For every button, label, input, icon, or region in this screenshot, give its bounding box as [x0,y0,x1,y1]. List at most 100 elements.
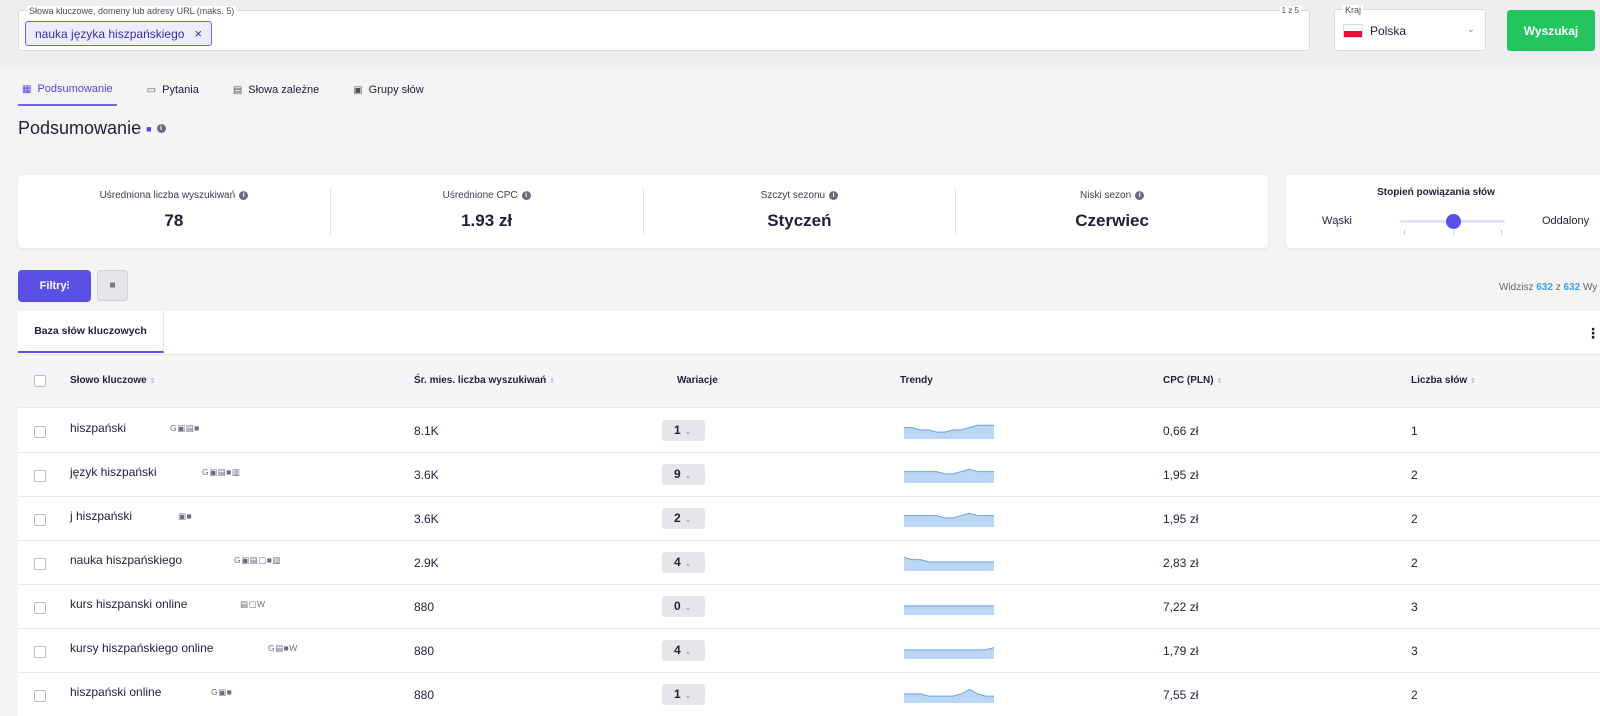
column-keyword[interactable]: Słowo kluczowe ⇕ [70,375,156,386]
sort-icon: ⇕ [149,378,156,385]
trend-area [904,647,994,659]
country-select[interactable]: Kraj Polska ⌄ [1334,5,1486,51]
info-icon[interactable]: i [156,124,166,133]
save-button[interactable]: ■ [97,270,128,301]
trend-line [904,647,994,651]
volume-cell: 2.9K [414,556,439,570]
stat-avg-searches: Uśredniona liczba wyszukiwań i 78 [18,188,331,235]
stat-season-low: Niski sezon i Czerwiec [956,188,1268,235]
trend-sparkline [904,556,994,571]
word-count-cell: 2 [1411,468,1418,482]
chevron-down-icon: ⌄ [684,647,692,656]
stat-value: Czerwiec [1075,211,1149,230]
trend-sparkline [904,688,994,703]
volume-cell: 880 [414,644,435,658]
keyword-cell[interactable]: hiszpański online [70,685,161,699]
table-row: kursy hiszpańskiego online G▤■W 880 4 ⌄ 1,79 … [18,629,1600,673]
tab-podsumowanie[interactable]: ▦ Podsumowanie [18,82,117,106]
relation-slider-thumb[interactable] [1446,214,1461,229]
filters-label: Filtry [39,279,67,292]
column-variations: Wariacje [677,375,718,386]
chevron-down-icon: ⌄ [684,603,692,612]
row-checkbox[interactable] [34,602,46,614]
row-checkbox[interactable] [34,690,46,702]
cpc-cell: 2,83 zł [1163,556,1199,570]
variations-button[interactable]: 4 ⌄ [662,640,705,661]
row-checkbox[interactable] [34,426,46,438]
keyword-cell[interactable]: hiszpański [70,421,126,435]
info-icon[interactable]: i [829,191,839,200]
tab-slowa-zalezne[interactable]: ▤ Słowa zależne [229,82,323,106]
relation-title: Stopień powiązania słów [1377,187,1495,198]
keyword-chip: nauka języka hiszpańskiego × [25,21,213,46]
column-cpc[interactable]: CPC (PLN) ⇕ [1163,375,1222,386]
stat-label: Niski sezon [1080,190,1132,201]
column-volume[interactable]: Śr. mies. liczba wyszukiwań ⇕ [414,375,555,386]
tab-label: Grupy słów [368,84,424,96]
stats-panel: Uśredniona liczba wyszukiwań i 78 Uśredni… [18,175,1268,248]
video-icon[interactable]: ■ [146,124,151,134]
info-icon[interactable]: i [1135,191,1145,200]
word-count-cell: 3 [1411,600,1418,614]
row-checkbox[interactable] [34,646,46,658]
word-count-cell: 2 [1411,556,1418,570]
row-checkbox[interactable] [34,470,46,482]
select-all-checkbox[interactable] [34,375,46,387]
results-shown: 632 [1536,282,1553,293]
stat-season-peak: Szczyt sezonu i Styczeń [644,188,957,235]
column-word-count[interactable]: Liczba słów ⇕ [1411,375,1476,386]
keyword-count: 1 z 5 [1279,6,1301,15]
country-label: Kraj [1343,5,1364,15]
tab-grupy-slow[interactable]: ▣ Grupy słów [349,82,427,106]
row-checkbox[interactable] [34,558,46,570]
cpc-cell: 7,55 zł [1163,688,1199,702]
variations-button[interactable]: 9 ⌄ [662,464,705,485]
relation-panel: Stopień powiązania słów Wąski Oddalony [1286,175,1600,248]
variations-button[interactable]: 0 ⌄ [662,596,705,617]
volume-cell: 8.1K [414,424,439,438]
keyword-cell[interactable]: kurs hiszpanski online [70,597,187,611]
cpc-cell: 0,66 zł [1163,424,1199,438]
keyword-cell[interactable]: nauka hiszpańskiego [70,553,182,567]
keyword-chip-label: nauka języka hiszpańskiego [35,26,185,41]
keyword-cell[interactable]: język hiszpański [70,465,157,479]
search-button[interactable]: Wyszukaj [1507,10,1595,51]
variations-count: 1 [674,687,681,701]
close-icon[interactable]: × [194,26,202,41]
keyword-cell[interactable]: j hiszpański [70,509,132,523]
info-icon[interactable]: i [239,191,249,200]
tab-pytania[interactable]: ▭ Pytania [143,82,203,106]
stat-label: Uśredniona liczba wyszukiwań [99,190,236,201]
row-checkbox[interactable] [34,514,46,526]
trend-sparkline [904,512,994,527]
table-row: hiszpański G▣▤■ 8.1K 1 ⌄ 0,66 zł 1 [18,409,1600,453]
variations-button[interactable]: 4 ⌄ [662,552,705,573]
trend-area [904,605,994,615]
results-count: Widzisz 632 z 632 Wy [1499,282,1597,293]
slider-tick [1501,230,1502,235]
stat-label: Uśrednione CPC [442,190,518,201]
chevron-down-icon: ⌄ [684,427,692,436]
column-trends: Trendy [900,375,933,386]
document-icon: ▤ [232,84,243,96]
page-title: Podsumowanie ■ i [18,118,166,139]
keyword-cell[interactable]: kursy hiszpańskiego online [70,641,213,655]
filters-button[interactable]: Filtry⫶ [18,270,91,302]
keyword-input[interactable]: Słowa kluczowe, domeny lub adresy URL (m… [18,6,1310,51]
tab-label: Słowa zależne [248,84,320,96]
tab-label: Podsumowanie [37,83,113,95]
info-icon[interactable]: i [521,191,531,200]
more-options-icon[interactable]: ⋮ [1586,325,1600,342]
volume-cell: 880 [414,600,435,614]
tab-keyword-database[interactable]: Baza słów kluczowych [18,311,164,353]
keyword-table: Baza słów kluczowych ⋮ Słowo kluczowe ⇕ Ś… [18,311,1600,716]
stat-avg-cpc: Uśrednione CPC i 1.93 zł [331,188,644,235]
word-count-cell: 2 [1411,688,1418,702]
sliders-icon: ⫶ [66,279,70,292]
trend-sparkline [904,605,994,615]
cpc-cell: 7,22 zł [1163,600,1199,614]
variations-button[interactable]: 2 ⌄ [662,508,705,529]
variations-button[interactable]: 1 ⌄ [662,684,705,705]
variations-button[interactable]: 1 ⌄ [662,420,705,441]
trend-sparkline [904,424,994,439]
